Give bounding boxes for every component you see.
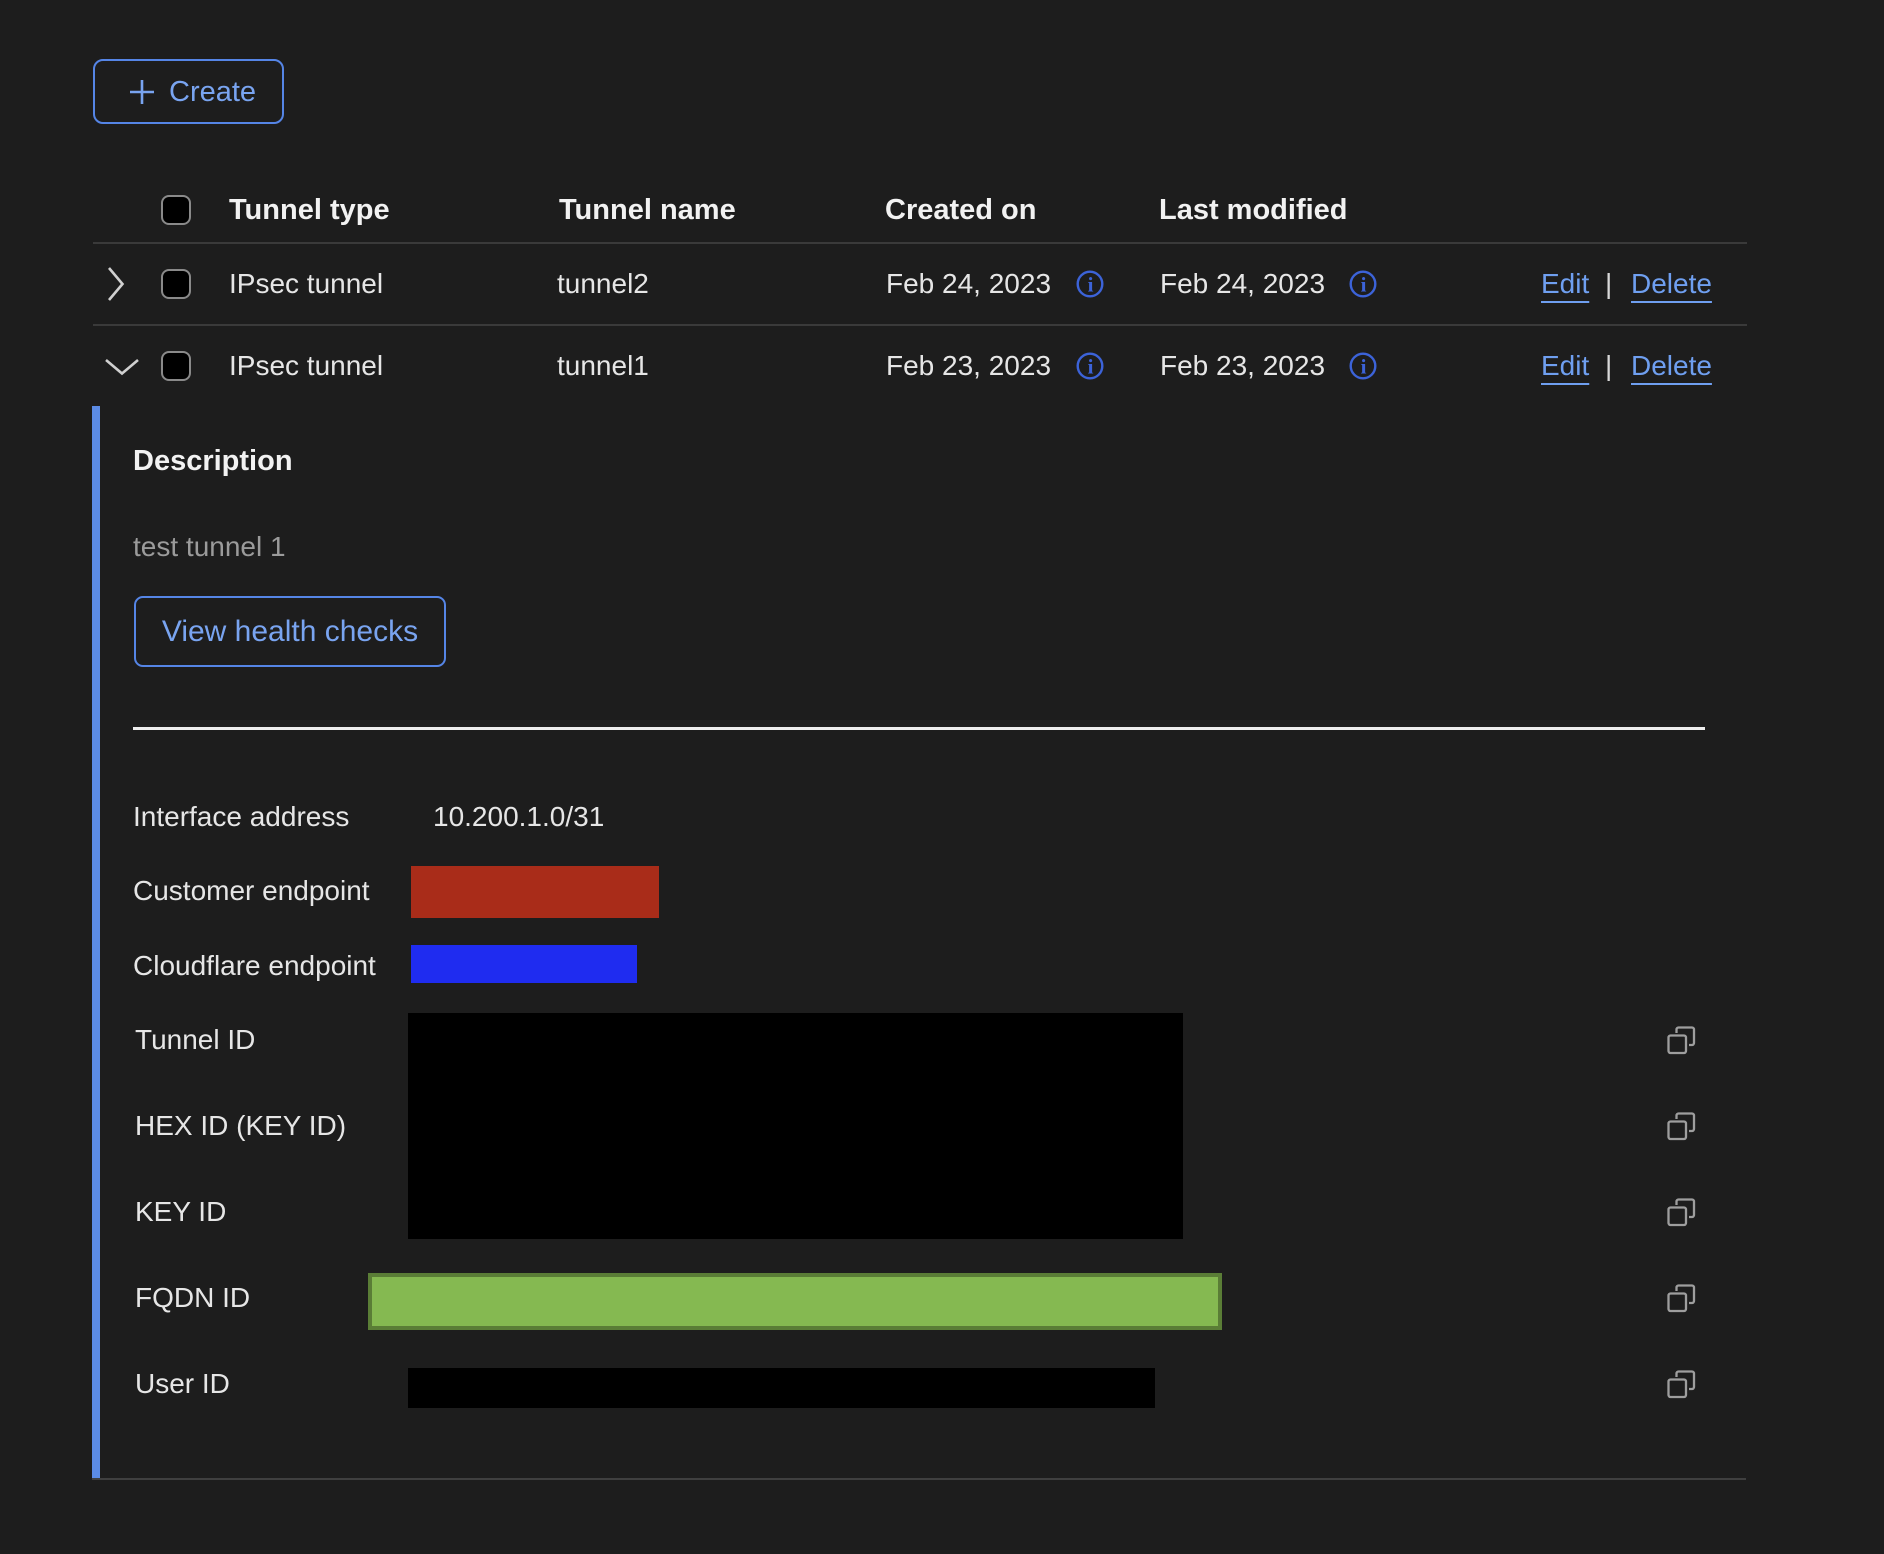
- svg-text:i: i: [1088, 355, 1094, 379]
- svg-text:i: i: [1088, 273, 1094, 297]
- svg-text:i: i: [1361, 355, 1367, 379]
- svg-text:i: i: [1361, 273, 1367, 297]
